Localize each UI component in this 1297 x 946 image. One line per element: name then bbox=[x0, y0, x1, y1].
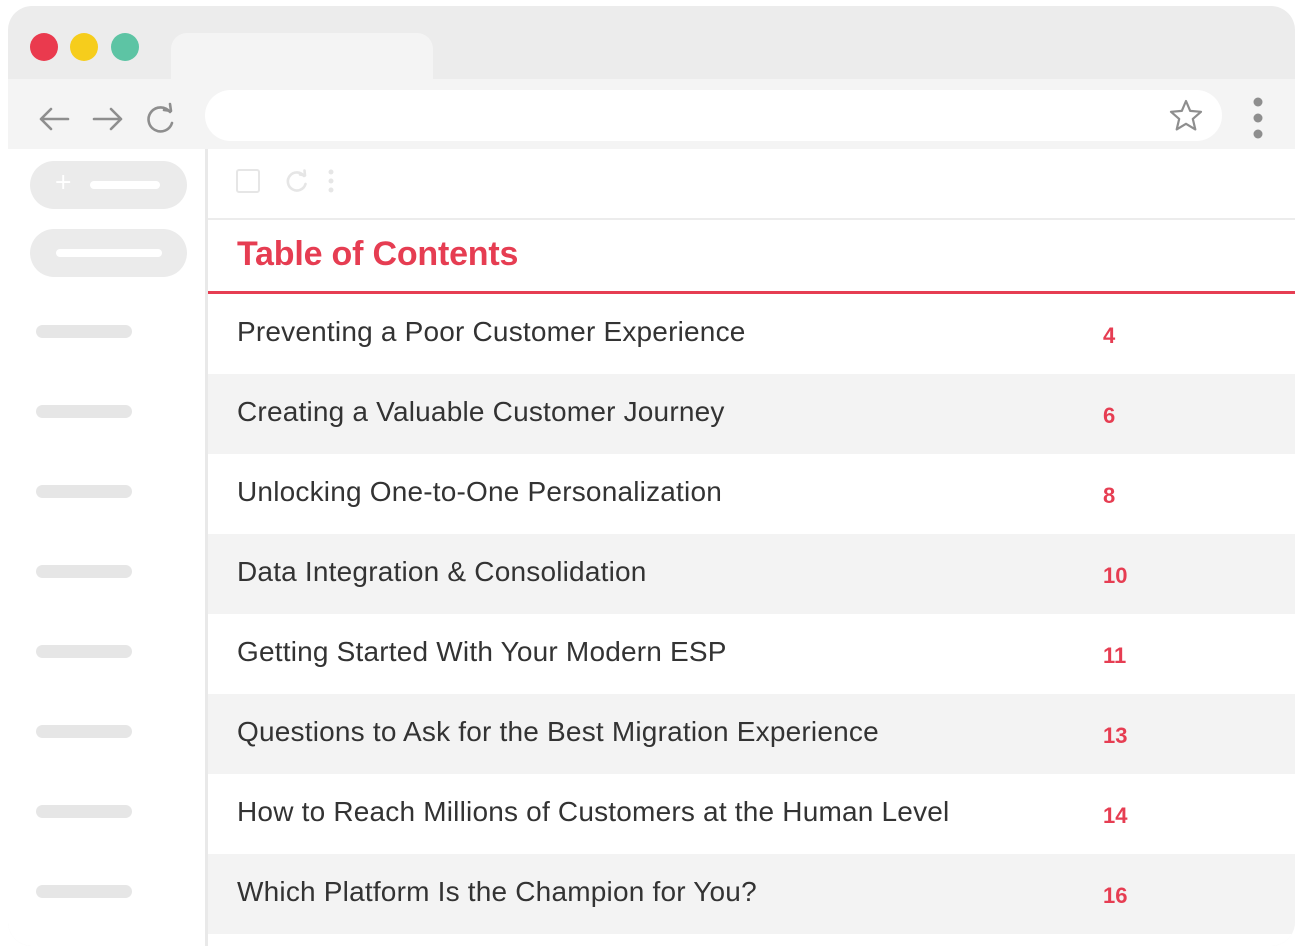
toc-entry-page: 13 bbox=[1103, 723, 1128, 748]
content-toolbar bbox=[208, 149, 1295, 220]
toc-entry-page: 4 bbox=[1103, 323, 1116, 348]
toc-entry[interactable]: Getting Started With Your Modern ESP 11 bbox=[208, 614, 1295, 694]
reload-icon[interactable] bbox=[140, 99, 180, 139]
browser-window: + Table of Contents Preventing a Poor Cu… bbox=[8, 6, 1295, 946]
sidebar-item[interactable] bbox=[36, 805, 132, 818]
toc-entry-title: Getting Started With Your Modern ESP bbox=[237, 636, 727, 667]
sidebar-item[interactable] bbox=[36, 325, 132, 338]
toc-entry[interactable]: Preventing a Poor Customer Experience 4 bbox=[208, 294, 1295, 374]
toc-entry-page: 11 bbox=[1103, 643, 1127, 668]
sidebar-item[interactable] bbox=[36, 405, 132, 418]
sidebar-item[interactable] bbox=[36, 725, 132, 738]
vertical-dots-icon[interactable] bbox=[1248, 94, 1268, 142]
address-bar[interactable] bbox=[205, 90, 1222, 141]
sidebar-item[interactable] bbox=[36, 565, 132, 578]
toc-entry-page: 8 bbox=[1103, 483, 1116, 508]
sidebar-item[interactable] bbox=[36, 885, 132, 898]
sidebar-pill-button[interactable] bbox=[30, 229, 187, 277]
toc-entry-page: 16 bbox=[1103, 883, 1128, 908]
toc-entry-title: Questions to Ask for the Best Migration … bbox=[237, 716, 879, 747]
sidebar-item[interactable] bbox=[36, 485, 132, 498]
placeholder-bar bbox=[56, 249, 162, 257]
toc-entry[interactable]: How to Reach Millions of Customers at th… bbox=[208, 774, 1295, 854]
select-all-checkbox[interactable] bbox=[236, 169, 260, 193]
compose-button[interactable]: + bbox=[30, 161, 187, 209]
toc-entry-title: Which Platform Is the Champion for You? bbox=[237, 876, 757, 907]
toc-entry[interactable]: Which Platform Is the Champion for You? … bbox=[208, 854, 1295, 934]
more-options-icon[interactable] bbox=[326, 167, 336, 195]
toc-list: Preventing a Poor Customer Experience 4 … bbox=[208, 294, 1295, 934]
toc-entry-page: 6 bbox=[1103, 403, 1116, 428]
close-window-button[interactable] bbox=[30, 33, 58, 61]
refresh-icon[interactable] bbox=[283, 167, 311, 195]
toc-entry-title: Data Integration & Consolidation bbox=[237, 556, 647, 587]
maximize-window-button[interactable] bbox=[111, 33, 139, 61]
toc-title: Table of Contents bbox=[237, 235, 519, 273]
sidebar: + bbox=[8, 149, 205, 946]
forward-arrow-icon[interactable] bbox=[88, 99, 128, 139]
toc-entry-title: Unlocking One-to-One Personalization bbox=[237, 476, 723, 507]
minimize-window-button[interactable] bbox=[70, 33, 98, 61]
toc-entry[interactable]: Creating a Valuable Customer Journey 6 bbox=[208, 374, 1295, 454]
placeholder-bar bbox=[90, 181, 160, 189]
toc-entry-title: Preventing a Poor Customer Experience bbox=[237, 316, 746, 347]
toc-entry[interactable]: Data Integration & Consolidation 10 bbox=[208, 534, 1295, 614]
main-content: Table of Contents Preventing a Poor Cust… bbox=[205, 149, 1295, 946]
star-outline-icon[interactable] bbox=[1168, 98, 1204, 134]
toc-entry-title: Creating a Valuable Customer Journey bbox=[237, 396, 725, 427]
toc-entry[interactable]: Questions to Ask for the Best Migration … bbox=[208, 694, 1295, 774]
toc-entry-page: 10 bbox=[1103, 563, 1128, 588]
plus-icon: + bbox=[54, 170, 73, 195]
sidebar-item[interactable] bbox=[36, 645, 132, 658]
toc-entry[interactable]: Unlocking One-to-One Personalization 8 bbox=[208, 454, 1295, 534]
back-arrow-icon[interactable] bbox=[34, 99, 74, 139]
toc-entry-title: How to Reach Millions of Customers at th… bbox=[237, 796, 950, 827]
toc-entry-page: 14 bbox=[1103, 803, 1128, 828]
